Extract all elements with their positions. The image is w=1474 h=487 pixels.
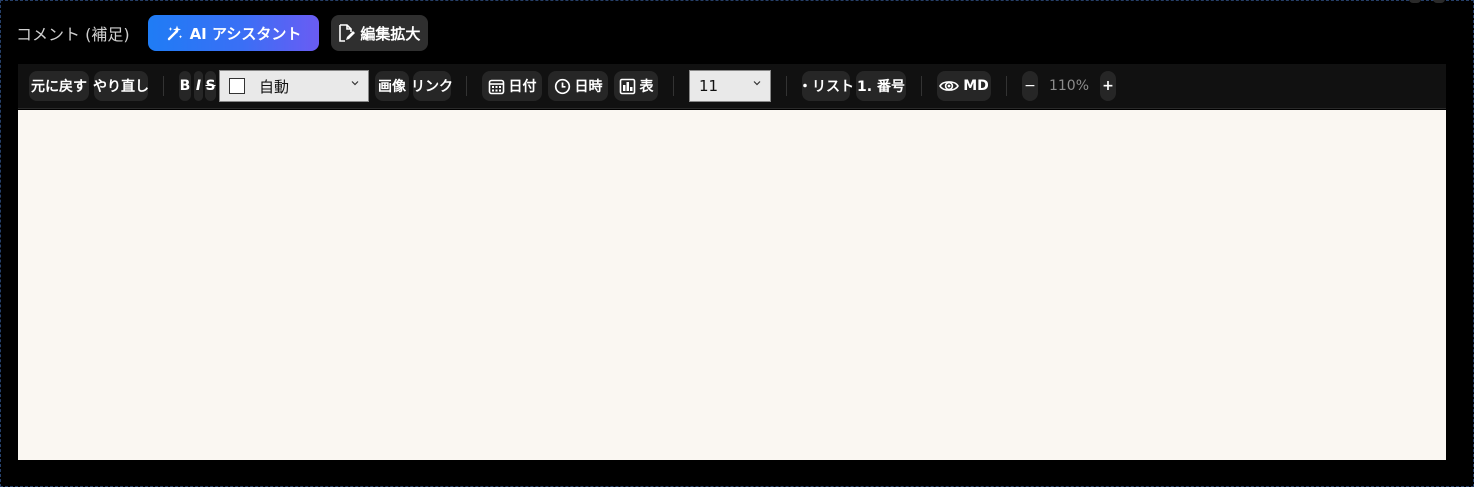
toolbar-divider bbox=[786, 76, 787, 96]
text-color-value: 自動 bbox=[259, 77, 290, 96]
insert-image-button[interactable]: 画像 bbox=[375, 71, 409, 101]
color-swatch bbox=[229, 78, 245, 94]
table-icon bbox=[619, 78, 636, 95]
edit-document-icon bbox=[336, 23, 356, 43]
toolbar-divider bbox=[1006, 76, 1007, 96]
insert-date-label: 日付 bbox=[508, 79, 537, 95]
zoom-out-button[interactable]: − bbox=[1022, 71, 1038, 101]
insert-date-button[interactable]: 日付 bbox=[482, 71, 542, 101]
markdown-label: MD bbox=[963, 78, 989, 94]
font-size-value: 11 bbox=[699, 77, 719, 95]
editor-toolbar: 元に戻す やり直し B I S 自動 画像 リンク 日付 日時 表 11 ・リス… bbox=[18, 64, 1446, 109]
resize-handle[interactable] bbox=[1433, 0, 1445, 3]
toolbar-divider bbox=[163, 76, 164, 96]
ai-assistant-button[interactable]: AI アシスタント bbox=[147, 15, 320, 51]
font-size-select[interactable]: 11 bbox=[689, 70, 771, 102]
chevron-down-icon bbox=[753, 81, 761, 86]
calendar-icon bbox=[488, 78, 505, 95]
toolbar-divider bbox=[921, 76, 922, 96]
redo-button[interactable]: やり直し bbox=[93, 71, 149, 101]
insert-table-label: 表 bbox=[639, 79, 654, 95]
numbered-list-button[interactable]: 1. 番号 bbox=[856, 71, 906, 101]
ai-assistant-label: AI アシスタント bbox=[189, 24, 302, 43]
zoom-level: 110% bbox=[1048, 78, 1090, 94]
toolbar-divider bbox=[673, 76, 674, 96]
italic-button[interactable]: I bbox=[194, 71, 203, 101]
undo-button[interactable]: 元に戻す bbox=[29, 71, 89, 101]
clock-icon bbox=[554, 78, 571, 95]
insert-datetime-button[interactable]: 日時 bbox=[548, 71, 608, 101]
chevron-down-icon bbox=[351, 81, 359, 86]
insert-datetime-label: 日時 bbox=[574, 79, 603, 95]
expand-editor-button[interactable]: 編集拡大 bbox=[331, 15, 429, 51]
insert-table-button[interactable]: 表 bbox=[614, 71, 658, 101]
insert-link-button[interactable]: リンク bbox=[411, 71, 453, 101]
magic-wand-icon bbox=[166, 24, 184, 42]
eye-icon bbox=[939, 78, 960, 94]
bullet-list-button[interactable]: ・リスト bbox=[798, 71, 854, 101]
zoom-in-button[interactable]: + bbox=[1100, 71, 1116, 101]
strikethrough-button[interactable]: S bbox=[205, 71, 216, 101]
toolbar-divider bbox=[466, 76, 467, 96]
bold-button[interactable]: B bbox=[179, 71, 191, 101]
resize-handle[interactable] bbox=[1409, 0, 1421, 3]
comment-editor[interactable] bbox=[18, 110, 1446, 460]
expand-editor-label: 編集拡大 bbox=[360, 24, 421, 43]
markdown-preview-button[interactable]: MD bbox=[937, 71, 991, 101]
text-color-select[interactable]: 自動 bbox=[219, 70, 369, 102]
field-label: コメント (補足) bbox=[16, 25, 130, 44]
field-header: コメント (補足) AI アシスタント 編集拡大 bbox=[16, 15, 429, 51]
